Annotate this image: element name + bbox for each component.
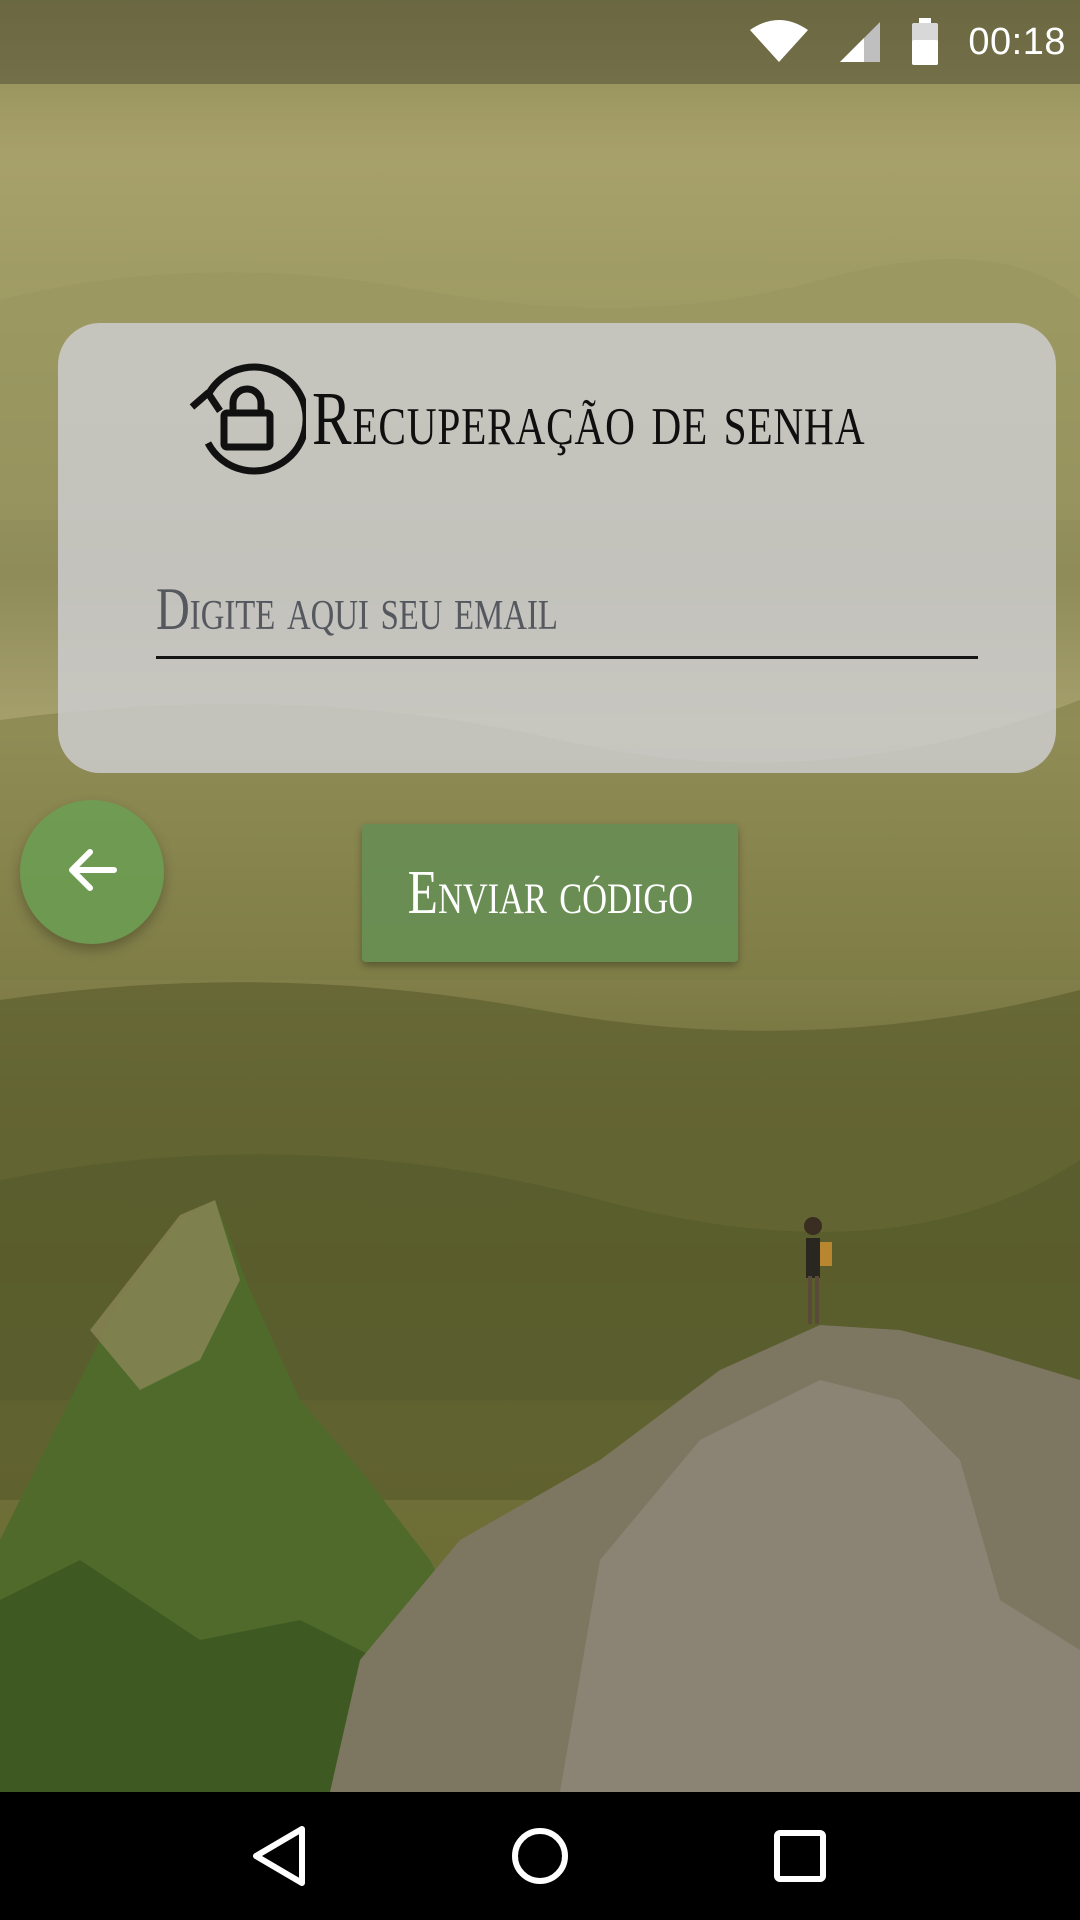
recents-square-icon[interactable]: [755, 1811, 845, 1901]
arrow-left-icon: [66, 848, 118, 897]
page-title: Recuperação de senha: [312, 376, 866, 461]
email-field[interactable]: Digite aqui seu email: [156, 553, 978, 659]
card-header: Recuperação de senha: [178, 359, 1021, 479]
navigation-bar: [0, 1792, 1080, 1920]
cell-signal-icon: [838, 20, 882, 64]
send-code-button[interactable]: Enviar código: [362, 824, 738, 962]
back-triangle-icon[interactable]: [235, 1811, 325, 1901]
status-time: 00:18: [968, 20, 1066, 63]
wifi-icon: [748, 20, 810, 64]
lock-reset-icon: [178, 355, 310, 484]
back-button[interactable]: [20, 800, 164, 944]
home-circle-icon[interactable]: [495, 1811, 585, 1901]
send-code-label: Enviar código: [407, 858, 693, 927]
password-recovery-card: Recuperação de senha Digite aqui seu ema…: [58, 323, 1056, 773]
email-placeholder: Digite aqui seu email: [156, 576, 558, 642]
battery-icon: [910, 18, 940, 66]
status-bar: 00:18: [0, 0, 1080, 84]
